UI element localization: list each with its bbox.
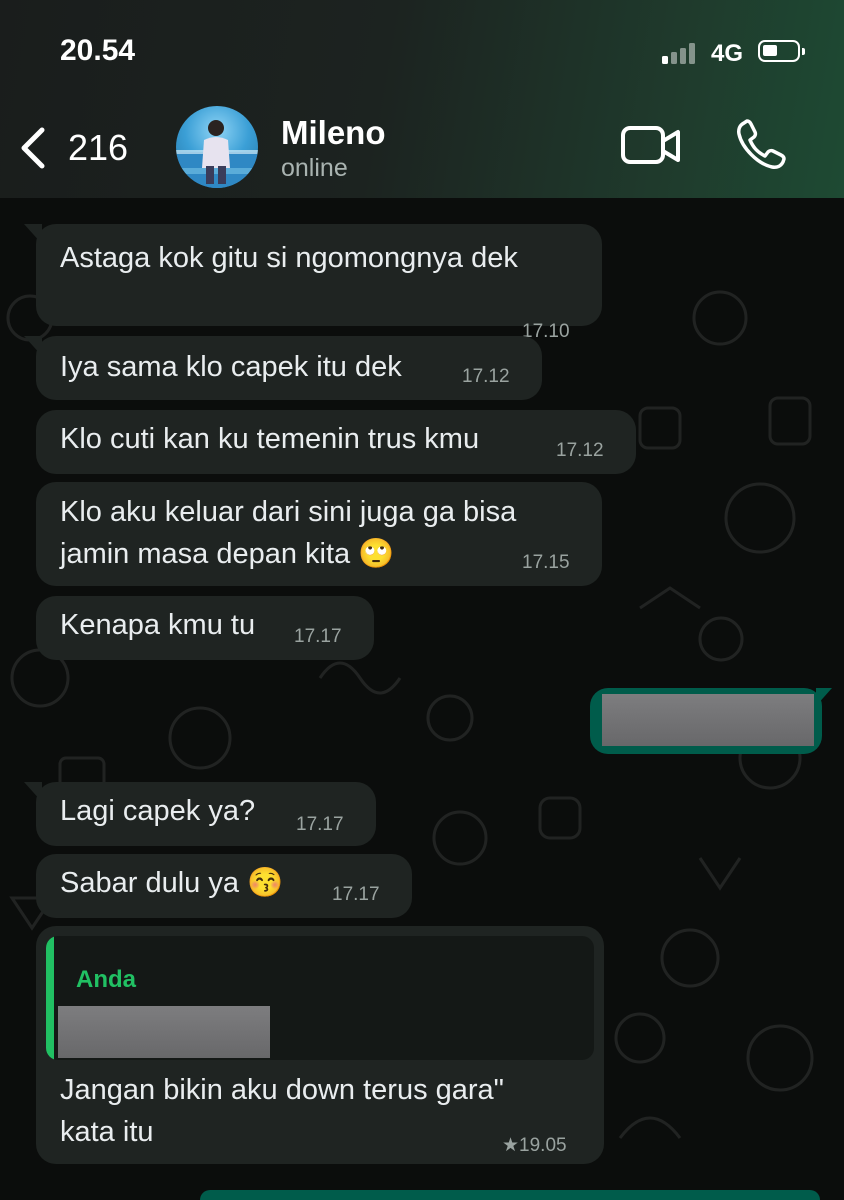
message-text-line-1: Jangan bikin aku down terus gara" <box>60 1074 504 1106</box>
profile-photo <box>176 120 258 188</box>
message-time: 17.12 <box>462 366 510 387</box>
message-text: Iya sama klo capek itu dek <box>60 351 402 383</box>
message-text: Sabar dulu ya 😚 <box>60 867 284 899</box>
redacted-quote-text <box>58 1006 270 1058</box>
chat-area[interactable]: Astaga kok gitu si ngomongnya dek 17.10 … <box>0 198 844 1200</box>
video-call-button[interactable] <box>620 124 682 168</box>
message-text: Kenapa kmu tu <box>60 609 256 641</box>
incoming-message[interactable]: Kenapa kmu tu 17.17 <box>36 596 374 660</box>
message-time: 17.12 <box>556 440 604 461</box>
network-label: 4G <box>711 40 744 67</box>
outgoing-message[interactable] <box>590 688 832 754</box>
unread-count: 216 <box>68 127 129 168</box>
incoming-message[interactable]: Iya sama klo capek itu dek 17.12 <box>24 336 542 400</box>
message-text-line-1: Klo aku keluar dari sini juga ga bisa <box>60 496 517 528</box>
back-button[interactable]: 216 <box>16 120 128 176</box>
quoted-message[interactable]: Anda <box>46 936 594 1060</box>
phone-icon <box>737 119 786 169</box>
message-text-line-2: jamin masa depan kita 🙄 <box>60 538 395 570</box>
avatar[interactable] <box>176 106 258 188</box>
incoming-message[interactable]: Astaga kok gitu si ngomongnya dek 17.10 <box>24 224 602 342</box>
chevron-left-icon <box>21 127 45 169</box>
message-time: 17.15 <box>522 552 570 573</box>
status-time: 20.54 <box>60 34 136 67</box>
message-time: 17.17 <box>294 626 342 647</box>
message-time: 17.17 <box>332 884 380 905</box>
message-text: Astaga kok gitu si ngomongnya dek <box>60 242 518 274</box>
message-text: Klo cuti kan ku temenin trus kmu <box>60 423 480 455</box>
incoming-message[interactable]: Sabar dulu ya 😚 17.17 <box>36 854 412 918</box>
redacted-text <box>602 694 814 746</box>
incoming-message[interactable]: Klo cuti kan ku temenin trus kmu 17.12 <box>36 410 636 474</box>
outgoing-message-partial[interactable] <box>200 1190 820 1200</box>
quote-accent-bar <box>46 936 54 1060</box>
chat-header: 20.54 4G 216 Mileno online <box>0 0 844 198</box>
incoming-reply-message[interactable]: Anda Jangan bikin aku down terus gara" k… <box>36 926 604 1164</box>
incoming-message[interactable]: Lagi capek ya? 17.17 <box>24 782 376 846</box>
battery-icon <box>758 40 805 62</box>
signal-strength-icon <box>662 42 702 64</box>
message-time: 17.17 <box>296 814 344 835</box>
voice-call-button[interactable] <box>734 118 788 172</box>
message-text: Lagi capek ya? <box>60 795 256 827</box>
quote-author: Anda <box>76 966 136 993</box>
contact-status: online <box>281 154 348 182</box>
video-camera-icon <box>621 126 680 164</box>
contact-name[interactable]: Mileno <box>281 114 386 152</box>
message-text-line-2: kata itu <box>60 1116 154 1148</box>
incoming-message[interactable]: Klo aku keluar dari sini juga ga bisa ja… <box>36 482 602 586</box>
message-time-starred: ★19.05 <box>502 1135 567 1156</box>
